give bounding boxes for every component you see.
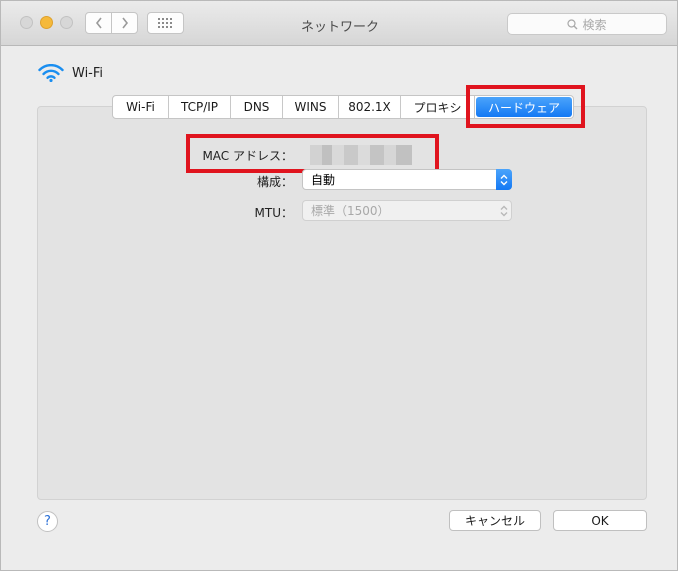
title-bar: ネットワーク 検索 (1, 1, 677, 46)
mtu-select[interactable]: 標準（1500） (302, 200, 512, 221)
tab-wins[interactable]: WINS (283, 96, 339, 118)
select-arrows-icon (496, 169, 512, 190)
tab-wifi[interactable]: Wi-Fi (113, 96, 169, 118)
tab-8021x[interactable]: 802.1X (339, 96, 401, 118)
mtu-select-value: 標準（1500） (311, 204, 390, 218)
network-preferences-window: ネットワーク 検索 Wi-Fi Wi-Fi TCP/IP DNS WINS 80… (0, 0, 678, 571)
search-input[interactable]: 検索 (507, 13, 667, 35)
select-arrows-icon (496, 200, 512, 221)
tab-proxy[interactable]: プロキシ (401, 96, 475, 118)
search-placeholder: 検索 (582, 17, 607, 32)
wifi-icon (38, 64, 64, 82)
config-label: 構成： (256, 175, 293, 189)
interface-header: Wi-Fi (38, 64, 103, 82)
search-icon (567, 18, 578, 29)
highlight-box-hardware-tab (466, 85, 585, 128)
help-button[interactable]: ? (37, 511, 58, 532)
cancel-button[interactable]: キャンセル (449, 510, 541, 531)
ok-button[interactable]: OK (553, 510, 647, 531)
tab-dns[interactable]: DNS (231, 96, 283, 118)
mtu-label: MTU： (254, 206, 293, 220)
highlight-box-mac-address (186, 134, 439, 173)
interface-name: Wi-Fi (72, 65, 104, 81)
config-select-value: 自動 (311, 173, 336, 187)
config-select[interactable]: 自動 (302, 169, 512, 190)
tab-tcpip[interactable]: TCP/IP (169, 96, 231, 118)
